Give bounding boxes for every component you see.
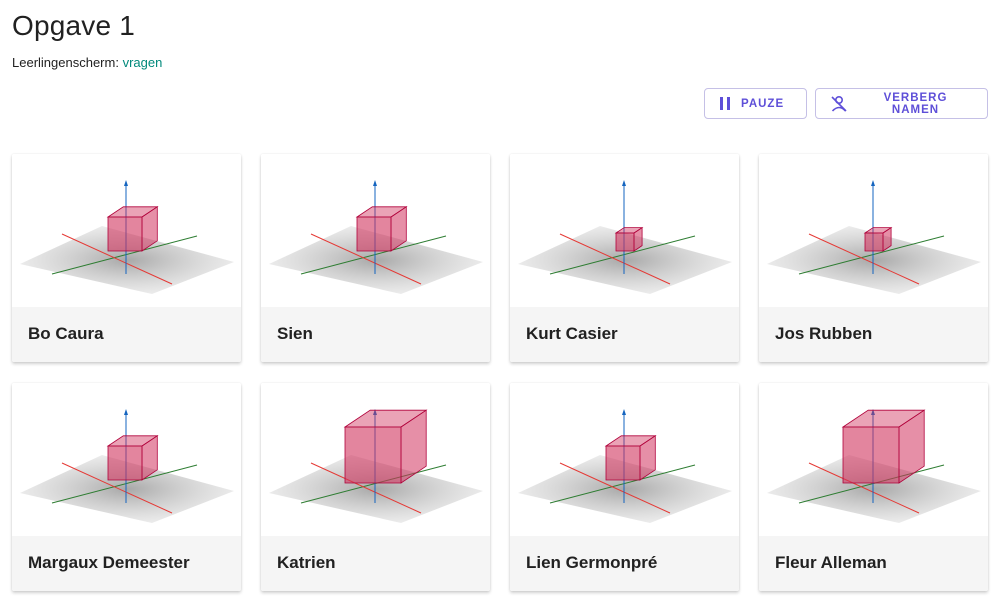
hide-names-button[interactable]: VERBERG NAMEN <box>815 88 988 119</box>
student-name: Fleur Alleman <box>759 536 988 591</box>
student-card[interactable]: Jos Rubben <box>759 154 988 362</box>
hide-names-icon <box>830 95 848 113</box>
toolbar: PAUZE VERBERG NAMEN <box>704 88 988 119</box>
student-name: Sien <box>261 307 490 362</box>
pause-button[interactable]: PAUZE <box>704 88 807 119</box>
student-card[interactable]: Lien Germonpré <box>510 383 739 591</box>
student-work-thumbnail <box>510 154 739 307</box>
student-name: Jos Rubben <box>759 307 988 362</box>
student-work-thumbnail <box>510 383 739 536</box>
student-work-thumbnail <box>759 383 988 536</box>
pause-icon <box>719 97 731 110</box>
student-screen-label: Leerlingenscherm: <box>12 55 119 70</box>
student-work-thumbnail <box>261 383 490 536</box>
student-name: Bo Caura <box>12 307 241 362</box>
student-grid: Bo Caura Sien Kurt Casier Jos Rubben Mar… <box>12 154 988 591</box>
student-work-thumbnail <box>12 154 241 307</box>
student-card[interactable]: Bo Caura <box>12 154 241 362</box>
student-card[interactable]: Katrien <box>261 383 490 591</box>
student-work-thumbnail <box>261 154 490 307</box>
student-work-thumbnail <box>759 154 988 307</box>
student-name: Lien Germonpré <box>510 536 739 591</box>
student-card[interactable]: Margaux Demeester <box>12 383 241 591</box>
student-name: Katrien <box>261 536 490 591</box>
student-work-thumbnail <box>12 383 241 536</box>
student-name: Kurt Casier <box>510 307 739 362</box>
student-screen-link[interactable]: vragen <box>123 55 163 70</box>
pause-label: PAUZE <box>741 97 785 110</box>
student-card[interactable]: Sien <box>261 154 490 362</box>
hide-names-label: VERBERG NAMEN <box>883 91 948 116</box>
student-screen-info: Leerlingenscherm: vragen <box>12 55 162 70</box>
student-card[interactable]: Fleur Alleman <box>759 383 988 591</box>
page-title: Opgave 1 <box>12 10 136 41</box>
student-name: Margaux Demeester <box>12 536 241 591</box>
student-card[interactable]: Kurt Casier <box>510 154 739 362</box>
